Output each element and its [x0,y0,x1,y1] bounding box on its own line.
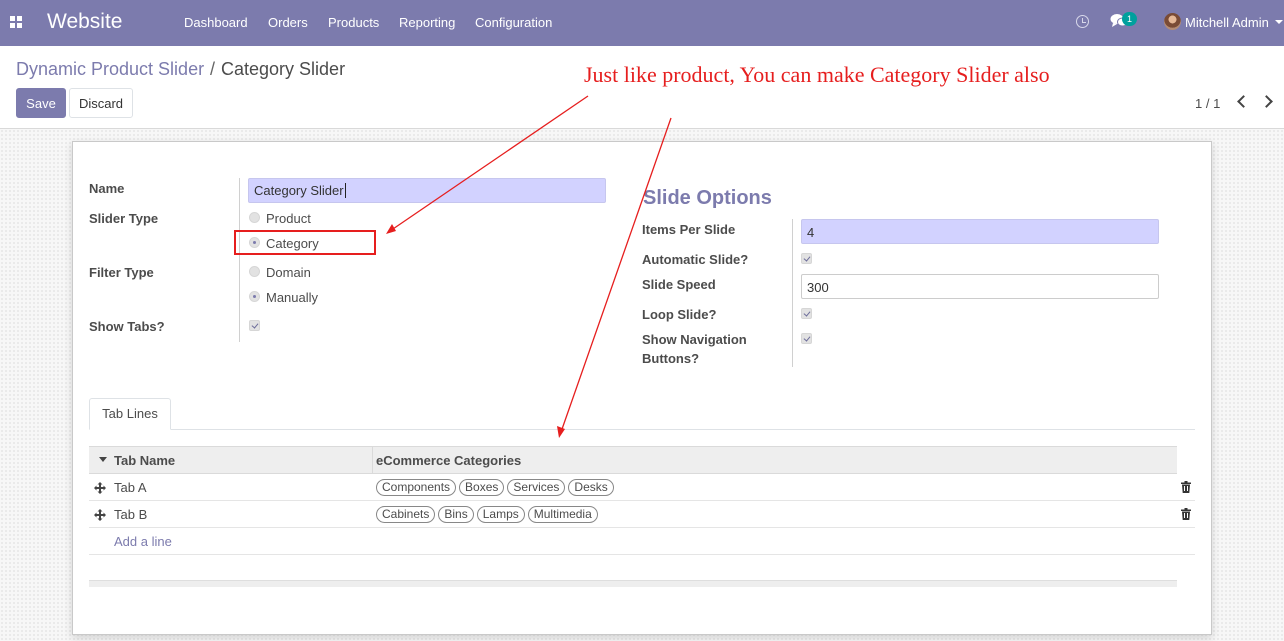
table-header: Tab Name eCommerce Categories [89,446,1177,474]
table-row[interactable]: Tab A Components Boxes Services Desks [89,474,1195,501]
pager-value[interactable]: 1 / 1 [1195,96,1220,111]
radio-manually[interactable] [249,291,260,302]
show-navigation-label-line2: Buttons? [642,351,700,366]
drag-handle-icon[interactable] [94,482,106,494]
name-input[interactable]: Category Slider [248,178,606,203]
save-button[interactable]: Save [16,88,66,118]
trash-icon[interactable] [1181,508,1191,520]
apps-grid-icon[interactable] [10,16,22,28]
discard-button[interactable]: Discard [69,88,133,118]
trash-icon[interactable] [1181,481,1191,493]
category-tag[interactable]: Multimedia [527,506,598,523]
tab-tab-lines[interactable]: Tab Lines [89,398,171,430]
breadcrumb-separator: / [210,59,216,79]
show-navigation-label-line1: Show Navigation [642,332,747,347]
chat-count-badge: 1 [1122,12,1137,26]
pager-next-icon[interactable] [1260,95,1273,108]
radio-product-label[interactable]: Product [266,211,311,226]
loop-slide-checkbox[interactable] [801,308,812,319]
pager-previous-icon[interactable] [1237,95,1250,108]
automatic-slide-checkbox[interactable] [801,253,812,264]
annotation-highlight-box [234,230,376,255]
add-line-row [89,528,1195,555]
table-footer [89,580,1177,587]
radio-domain-label[interactable]: Domain [266,265,311,280]
table-row[interactable]: Tab B Cabinets Bins Lamps Multimedia [89,501,1195,528]
user-menu-caret-icon[interactable] [1275,20,1283,24]
slide-options-title: Slide Options [643,187,772,209]
annotation-text: Just like product, You can make Category… [584,62,1050,87]
right-group-divider [792,219,793,367]
radio-domain[interactable] [249,266,260,277]
slider-type-label: Slider Type [89,211,159,226]
form-sheet [72,141,1212,635]
text-caret [344,183,346,198]
category-tag[interactable]: Services [507,479,566,496]
category-tag[interactable]: Cabinets [376,506,436,523]
name-input-value: Category Slider [254,183,344,198]
tab-name-cell[interactable]: Tab A [114,480,147,495]
breadcrumb-current: Category Slider [221,59,346,79]
add-line-link[interactable]: Add a line [114,534,172,549]
radio-manually-label[interactable]: Manually [266,290,318,305]
show-navigation-checkbox[interactable] [801,333,812,344]
tab-name-cell[interactable]: Tab B [114,507,147,522]
items-per-slide-input[interactable]: 4 [801,219,1159,244]
activity-clock-icon[interactable] [1076,15,1089,28]
loop-slide-label: Loop Slide? [642,307,717,322]
user-avatar[interactable] [1164,13,1181,30]
menu-configuration[interactable]: Configuration [475,15,552,30]
sort-caret-icon[interactable] [99,457,107,462]
menu-products[interactable]: Products [328,15,379,30]
app-brand[interactable]: Website [47,10,122,34]
top-navbar: Website Dashboard Orders Products Report… [0,0,1284,46]
menu-orders[interactable]: Orders [268,15,308,30]
tab-bar-line [89,429,1195,430]
category-tag[interactable]: Components [376,479,457,496]
items-per-slide-label: Items Per Slide [642,222,736,237]
drag-handle-icon[interactable] [94,509,106,521]
menu-dashboard[interactable]: Dashboard [184,15,248,30]
show-tabs-checkbox[interactable] [249,320,260,331]
column-header-categories[interactable]: eCommerce Categories [376,453,521,468]
automatic-slide-label: Automatic Slide? [642,252,749,267]
category-tags: Components Boxes Services Desks [376,479,614,496]
breadcrumb-parent[interactable]: Dynamic Product Slider [16,59,204,80]
user-name[interactable]: Mitchell Admin [1185,15,1269,30]
column-header-tab-name[interactable]: Tab Name [114,453,175,468]
left-group-divider [239,178,240,342]
filter-type-label: Filter Type [89,265,154,280]
radio-product[interactable] [249,212,260,223]
name-label: Name [89,181,125,196]
category-tag[interactable]: Bins [438,506,474,523]
slide-speed-input[interactable]: 300 [801,274,1159,299]
slide-speed-label: Slide Speed [642,277,716,292]
category-tag[interactable]: Boxes [459,479,505,496]
menu-reporting[interactable]: Reporting [399,15,455,30]
category-tags: Cabinets Bins Lamps Multimedia [376,506,598,523]
column-divider [372,447,373,473]
show-tabs-label: Show Tabs? [89,319,165,334]
category-tag[interactable]: Desks [568,479,614,496]
category-tag[interactable]: Lamps [476,506,525,523]
